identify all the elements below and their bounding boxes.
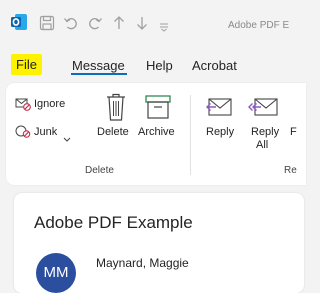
reply-button[interactable]: Reply xyxy=(206,126,234,138)
ignore-button[interactable]: Ignore xyxy=(34,98,65,110)
customize-toolbar-icon[interactable] xyxy=(159,19,169,37)
menu-help[interactable]: Help xyxy=(146,58,173,73)
respond-group-label: Re xyxy=(284,165,297,176)
arrow-up-icon[interactable] xyxy=(112,15,126,36)
menu-acrobat[interactable]: Acrobat xyxy=(192,58,237,73)
window-title: Adobe PDF E xyxy=(228,20,290,31)
junk-icon xyxy=(15,124,31,143)
undo-icon[interactable] xyxy=(63,15,79,36)
delete-button[interactable]: Delete xyxy=(97,126,129,138)
redo-icon[interactable] xyxy=(87,15,103,36)
delete-icon xyxy=(104,92,128,127)
menu-file[interactable]: File xyxy=(11,54,42,75)
forward-button[interactable]: F xyxy=(290,126,297,138)
arrow-down-icon[interactable] xyxy=(135,15,149,36)
reply-icon xyxy=(203,93,233,126)
reply-all-button-line2[interactable]: All xyxy=(256,139,268,151)
reply-all-icon xyxy=(247,93,279,126)
outlook-icon[interactable] xyxy=(10,13,28,36)
title-bar: Adobe PDF E xyxy=(0,0,296,50)
menu-message[interactable]: Message xyxy=(72,58,125,73)
selected-tab-indicator xyxy=(71,73,127,75)
archive-button[interactable]: Archive xyxy=(138,126,175,138)
message-subject: Adobe PDF Example xyxy=(34,213,193,232)
avatar[interactable]: MM xyxy=(36,253,76,293)
archive-icon xyxy=(145,94,171,125)
ignore-icon xyxy=(15,97,31,116)
chevron-down-icon[interactable] xyxy=(63,130,71,148)
save-icon[interactable] xyxy=(39,15,55,36)
sender-name[interactable]: Maynard, Maggie xyxy=(96,256,189,270)
reply-all-button[interactable]: Reply xyxy=(251,126,279,138)
junk-button[interactable]: Junk xyxy=(34,126,57,138)
menu-bar: File Message Help Acrobat xyxy=(0,50,296,78)
delete-group-label: Delete xyxy=(85,165,114,176)
ribbon-separator xyxy=(190,95,191,175)
